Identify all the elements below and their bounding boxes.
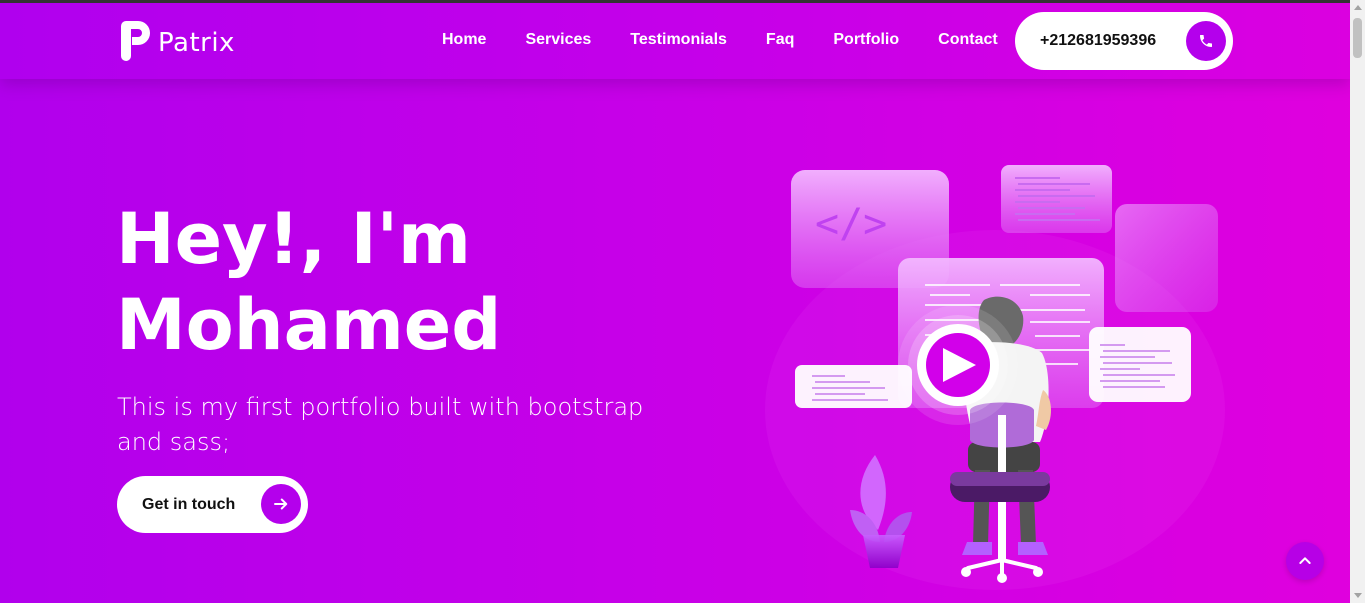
main-nav: Home Services Testimonials Faq Portfolio… xyxy=(442,31,1037,49)
nav-item-portfolio[interactable]: Portfolio xyxy=(833,31,899,49)
play-video-icon[interactable] xyxy=(898,305,1018,425)
nav-item-testimonials[interactable]: Testimonials xyxy=(630,31,727,49)
code-symbol: </> xyxy=(815,201,887,247)
window-top-border xyxy=(0,0,1365,3)
back-to-top-button[interactable] xyxy=(1286,542,1324,580)
nav-item-services[interactable]: Services xyxy=(525,31,591,49)
scroll-down-arrow-icon[interactable] xyxy=(1354,593,1362,598)
phone-button[interactable]: +212681959396 xyxy=(1015,12,1233,70)
hero-title-line2: Mohamed xyxy=(116,284,502,366)
site-header: Patrix Home Services Testimonials Faq Po… xyxy=(0,3,1350,79)
chevron-up-icon xyxy=(1299,557,1311,564)
nav-item-contact[interactable]: Contact xyxy=(938,31,998,49)
hero-title-line1: Hey!, I'm xyxy=(116,198,471,280)
nav-item-home[interactable]: Home xyxy=(442,31,486,49)
get-in-touch-label: Get in touch xyxy=(142,495,236,513)
scrollbar-thumb[interactable] xyxy=(1353,18,1362,58)
scroll-up-arrow-icon[interactable] xyxy=(1354,5,1362,10)
arrow-right-icon xyxy=(261,484,301,524)
patrix-p-logo-icon xyxy=(118,19,152,63)
get-in-touch-button[interactable]: Get in touch xyxy=(117,476,308,533)
brand-name: Patrix xyxy=(158,28,235,58)
page-scrollbar[interactable] xyxy=(1350,0,1365,603)
hero-subtitle: This is my first portfolio built with bo… xyxy=(117,393,644,456)
phone-icon xyxy=(1186,21,1226,61)
hero-title: Hey!, I'm Mohamed xyxy=(116,196,676,368)
nav-item-faq[interactable]: Faq xyxy=(766,31,794,49)
phone-number: +212681959396 xyxy=(1040,32,1157,49)
hero-illustration: </> xyxy=(760,150,1230,590)
brand-logo[interactable]: Patrix xyxy=(118,19,235,63)
